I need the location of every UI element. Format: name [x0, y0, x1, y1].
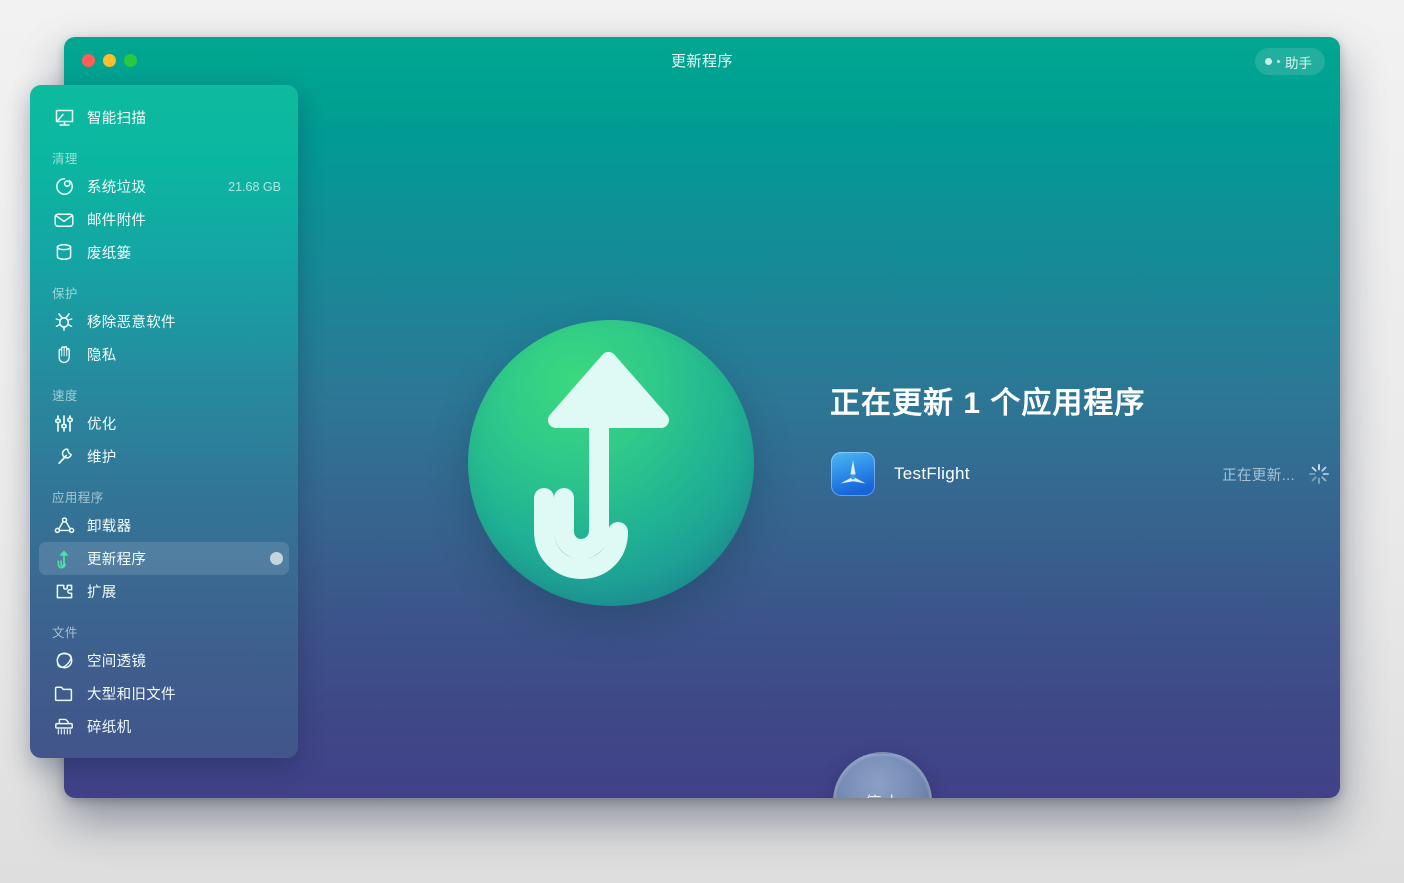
app-status-label: 正在更新...	[1222, 467, 1295, 484]
sidebar-item-system-junk[interactable]: 系统垃圾 21.68 GB	[39, 170, 289, 203]
sidebar-item-label: 邮件附件	[87, 213, 147, 229]
stop-button[interactable]: 停止	[833, 752, 932, 798]
shredder-icon	[52, 716, 76, 738]
sidebar-item-label: 更新程序	[87, 552, 147, 568]
window-title: 更新程序	[670, 52, 733, 70]
wrench-icon	[52, 446, 76, 468]
sidebar-item-mail-attachments[interactable]: 邮件附件	[39, 203, 289, 236]
monitor-scan-icon	[52, 107, 76, 129]
sidebar-item-smart-scan[interactable]: 智能扫描	[39, 101, 289, 134]
trash-can-icon	[52, 242, 76, 264]
assistant-button[interactable]: 助手	[1255, 48, 1325, 75]
updater-status-badge	[270, 552, 283, 565]
envelope-icon	[52, 209, 76, 231]
sidebar-item-extensions[interactable]: 扩展	[39, 575, 289, 608]
sidebar-item-malware-removal[interactable]: 移除恶意软件	[39, 305, 289, 338]
sidebar-item-updater[interactable]: 更新程序	[39, 542, 289, 575]
sidebar-item-label: 优化	[87, 417, 117, 433]
updater-hook-arrow-icon	[534, 352, 669, 579]
sidebar-section-cleanup: 清理	[52, 152, 78, 166]
sidebar-item-large-old-files[interactable]: 大型和旧文件	[39, 677, 289, 710]
sidebar-item-label: 扩展	[87, 585, 117, 601]
assistant-label: 助手	[1285, 55, 1312, 71]
sidebar-item-label: 维护	[87, 450, 117, 466]
sidebar-item-label: 隐私	[87, 348, 117, 364]
sidebar-item-size: 21.68 GB	[228, 179, 281, 194]
sidebar-item-label: 大型和旧文件	[87, 687, 176, 703]
sidebar-item-label: 智能扫描	[87, 111, 147, 127]
stop-button-label: 停止	[865, 789, 901, 798]
sliders-icon	[52, 413, 76, 435]
app-name-label: TestFlight	[894, 464, 970, 483]
sidebar-item-label: 移除恶意软件	[87, 315, 176, 331]
sidebar-item-uninstaller[interactable]: 卸载器	[39, 509, 289, 542]
droplet-tag-icon	[52, 176, 76, 198]
sidebar-item-label: 碎纸机	[87, 720, 132, 736]
hand-icon	[52, 344, 76, 366]
sidebar-item-label: 系统垃圾	[87, 180, 147, 196]
desktop-background: 更新程序 助手 正在更新 1 个应用程序 TestFlight 正在更新... …	[0, 0, 1404, 883]
sidebar-item-label: 卸载器	[87, 519, 132, 535]
space-lens-icon	[52, 650, 76, 672]
updater-arrow-icon	[52, 548, 76, 570]
bug-icon	[52, 311, 76, 333]
page-title: 正在更新 1 个应用程序	[830, 387, 1146, 420]
assistant-dot-icon	[1265, 58, 1272, 65]
assistant-mini-dot-icon	[1277, 60, 1280, 63]
folder-icon	[52, 683, 76, 705]
uninstaller-icon	[52, 515, 76, 537]
sidebar-item-maintenance[interactable]: 维护	[39, 440, 289, 473]
sidebar-section-files: 文件	[52, 626, 78, 640]
sidebar-section-speed: 速度	[52, 389, 78, 403]
sidebar-item-space-lens[interactable]: 空间透镜	[39, 644, 289, 677]
sidebar-section-applications: 应用程序	[52, 491, 104, 505]
loading-spinner-icon	[1308, 463, 1330, 485]
sidebar-item-optimization[interactable]: 优化	[39, 407, 289, 440]
sidebar-item-label: 废纸篓	[87, 246, 132, 262]
sidebar-item-shredder[interactable]: 碎纸机	[39, 710, 289, 743]
testflight-icon	[830, 451, 876, 497]
updater-hero-icon	[468, 320, 754, 606]
sidebar-section-protection: 保护	[52, 287, 78, 301]
sidebar-item-trash[interactable]: 废纸篓	[39, 236, 289, 269]
window-titlebar: 更新程序 助手	[64, 37, 1340, 83]
sidebar-item-privacy[interactable]: 隐私	[39, 338, 289, 371]
sidebar: 智能扫描 清理 系统垃圾 21.68 GB 邮件附件 废纸篓 保护 移除恶意软件…	[30, 85, 298, 758]
puzzle-piece-icon	[52, 581, 76, 603]
sidebar-item-label: 空间透镜	[87, 654, 147, 670]
app-update-row: TestFlight 正在更新...	[830, 449, 1330, 499]
